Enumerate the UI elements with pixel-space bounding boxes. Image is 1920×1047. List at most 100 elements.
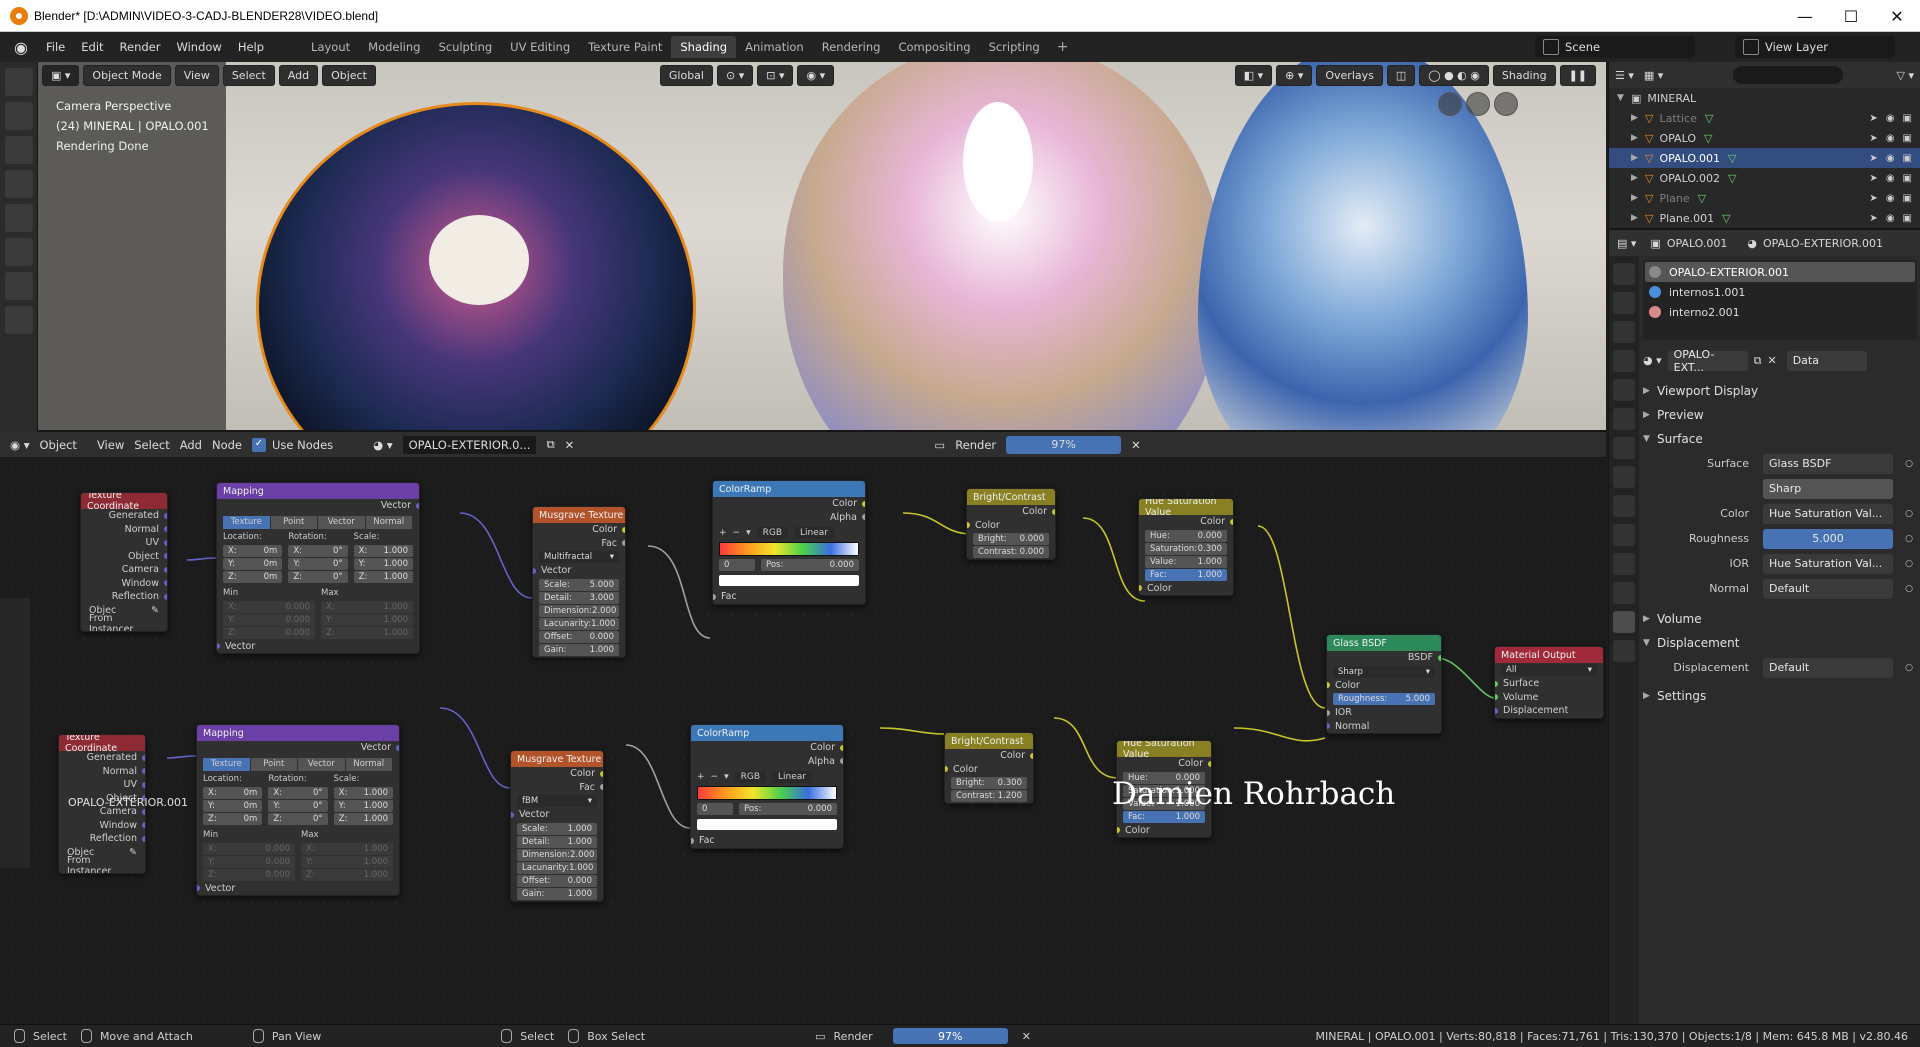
shading-dropdown[interactable]: Shading — [1492, 64, 1556, 86]
node-value-field[interactable]: Y: 0° — [268, 799, 328, 812]
socket-icon[interactable] — [142, 781, 145, 788]
eye-icon[interactable]: ◉ — [1886, 133, 1895, 144]
node-header[interactable]: Texture Coordinate — [81, 493, 167, 512]
transform-tool-icon[interactable] — [5, 238, 33, 266]
node-value-field[interactable]: Gain: 1.000 — [517, 887, 597, 900]
node-value-field[interactable]: X: 0.000 — [203, 842, 295, 855]
ramp-interp-dropdown[interactable]: Linear — [772, 771, 813, 783]
node-value-field[interactable]: Dimension: 2.000 — [539, 604, 619, 617]
node-value-field[interactable]: Scale: 1.000 — [517, 822, 597, 835]
socket-icon[interactable] — [416, 502, 419, 509]
outliner-search-input[interactable] — [1733, 66, 1844, 84]
node-header[interactable]: Mapping — [217, 483, 419, 499]
from-instancer-checkbox[interactable]: From Instancer — [59, 855, 145, 873]
node-editor-canvas[interactable]: Texture Coordinate Generated Normal UV Objec… — [0, 458, 1606, 1024]
node-header[interactable]: Bright/Contrast — [945, 733, 1033, 749]
physics-tab-icon[interactable] — [1613, 524, 1635, 546]
outliner-collection-row[interactable]: ▼ ▣ MINERAL — [1609, 88, 1920, 108]
minimize-button[interactable]: — — [1782, 0, 1828, 32]
ramp-stop-index[interactable]: 0 — [697, 803, 733, 815]
node-value-field[interactable]: Gain: 1.000 — [539, 643, 619, 656]
musgrave-type-dropdown[interactable]: Multifractal ▾ — [539, 551, 619, 563]
node-value-field[interactable]: X: 1.000 — [301, 842, 393, 855]
camera-icon[interactable]: ▣ — [1903, 193, 1912, 204]
maximize-button[interactable]: ☐ — [1828, 0, 1874, 32]
eye-icon[interactable]: ◉ — [1886, 113, 1895, 124]
eye-icon[interactable]: ◉ — [1886, 193, 1895, 204]
outliner-editor-icon[interactable]: ☰ ▾ — [1615, 69, 1634, 82]
section-settings[interactable]: ▶ Settings — [1643, 684, 1917, 708]
outliner-item[interactable]: ▶ ▽ OPALO ▽ ➤ ◉ ▣ — [1609, 128, 1920, 148]
node-value-field[interactable]: Offset: 0.000 — [539, 630, 619, 643]
socket-icon[interactable] — [1208, 760, 1211, 767]
status-cancel-icon[interactable]: ✕ — [1022, 1030, 1031, 1043]
outliner-item[interactable]: ▶ ▽ OPALO.001 ▽ ➤ ◉ ▣ — [1609, 148, 1920, 168]
socket-icon[interactable] — [197, 885, 200, 892]
selectable-icon[interactable]: ➤ — [1869, 153, 1877, 164]
node-header[interactable]: Hue Saturation Value — [1117, 741, 1211, 760]
socket-icon[interactable] — [142, 808, 145, 815]
eye-icon[interactable]: ◉ — [1886, 173, 1895, 184]
node-value-field[interactable]: Contrast: 0.000 — [973, 546, 1049, 558]
viewport-menu-object[interactable]: Object — [322, 64, 376, 86]
add-stop-icon[interactable]: + — [697, 772, 705, 782]
outliner-item[interactable]: ▶ ▽ Plane.001 ▽ ➤ ◉ ▣ — [1609, 208, 1920, 228]
socket-icon[interactable] — [1139, 585, 1142, 592]
view-object-types-icon[interactable]: ◧ ▾ — [1234, 64, 1273, 86]
xray-icon[interactable]: ◫ — [1386, 64, 1416, 86]
node-value-field[interactable]: Dimension: 2.000 — [517, 848, 597, 861]
socket-icon[interactable] — [840, 744, 843, 751]
node-menu-view[interactable]: View — [97, 438, 124, 452]
tab-shading[interactable]: Shading — [671, 36, 737, 58]
texture-tab-icon[interactable] — [1613, 640, 1635, 662]
node-value-field[interactable]: Contrast: 1.200 — [951, 790, 1027, 802]
outliner-item[interactable]: ▶ ▽ Plane ▽ ➤ ◉ ▣ — [1609, 188, 1920, 208]
tab-scripting[interactable]: Scripting — [980, 36, 1049, 58]
menu-file[interactable]: File — [38, 40, 73, 54]
socket-icon[interactable] — [1495, 680, 1498, 687]
transform-orientation-dropdown[interactable]: Global — [659, 64, 713, 86]
node-value-field[interactable]: Y: 0m — [203, 799, 263, 812]
socket-icon[interactable] — [622, 540, 625, 547]
ramp-menu-icon[interactable]: ▾ — [746, 528, 751, 538]
node-value-field[interactable]: Z: 1.000 — [353, 570, 413, 583]
viewport-menu-select[interactable]: Select — [222, 64, 275, 86]
camera-view-icon[interactable] — [1438, 92, 1462, 116]
expand-icon[interactable]: ▶ — [1631, 173, 1645, 183]
scale-tool-icon[interactable] — [5, 204, 33, 232]
socket-icon[interactable] — [1117, 827, 1120, 834]
unlink-material-icon[interactable]: ✕ — [1767, 354, 1776, 367]
socket-icon[interactable] — [1327, 709, 1330, 716]
mapping-tab[interactable]: Vector — [318, 515, 365, 529]
socket-icon[interactable] — [142, 768, 145, 775]
colorramp-gradient[interactable] — [697, 786, 837, 800]
node-copy-icon[interactable]: ⧉ — [546, 437, 554, 452]
node-value-field[interactable]: Y: 1.000 — [353, 557, 413, 570]
material-slot[interactable]: OPALO-EXTERIOR.001 — [1645, 262, 1915, 282]
socket-icon[interactable] — [142, 822, 145, 829]
node-value-field[interactable]: Offset: 0.000 — [517, 874, 597, 887]
ramp-stop-color[interactable] — [697, 819, 837, 830]
scene-selector[interactable]: Scene — [1535, 36, 1695, 58]
outliner-item[interactable]: ▶ ▽ Lattice ▽ ➤ ◉ ▣ — [1609, 108, 1920, 128]
rotate-tool-icon[interactable] — [5, 170, 33, 198]
view-layer-selector[interactable]: View Layer — [1735, 36, 1895, 58]
ramp-stop-pos[interactable]: Pos: 0.000 — [739, 803, 837, 815]
selectable-icon[interactable]: ➤ — [1869, 193, 1877, 204]
socket-icon[interactable] — [164, 566, 167, 573]
node-value-field[interactable]: X: 0m — [203, 786, 263, 799]
modifier-tab-icon[interactable] — [1613, 466, 1635, 488]
add-workspace-button[interactable]: + — [1049, 39, 1077, 55]
node-value-field[interactable]: X: 1.000 — [353, 544, 413, 557]
socket-icon[interactable] — [862, 500, 865, 507]
socket-icon[interactable] — [164, 539, 167, 546]
hue-saturation-value-node[interactable]: Hue Saturation Value Color Hue: 0.000 Satura… — [1138, 498, 1234, 596]
section-preview[interactable]: ▶ Preview — [1643, 403, 1917, 427]
tab-rendering[interactable]: Rendering — [813, 36, 890, 58]
output-target-dropdown[interactable]: All ▾ — [1501, 664, 1597, 676]
link-dropdown[interactable]: Data — [1786, 350, 1867, 371]
object-tab-icon[interactable] — [1613, 437, 1635, 459]
world-tab-icon[interactable] — [1613, 408, 1635, 430]
properties-editor-icon[interactable]: ▤ ▾ — [1617, 237, 1636, 250]
viewport-menu-view[interactable]: View — [174, 64, 219, 86]
